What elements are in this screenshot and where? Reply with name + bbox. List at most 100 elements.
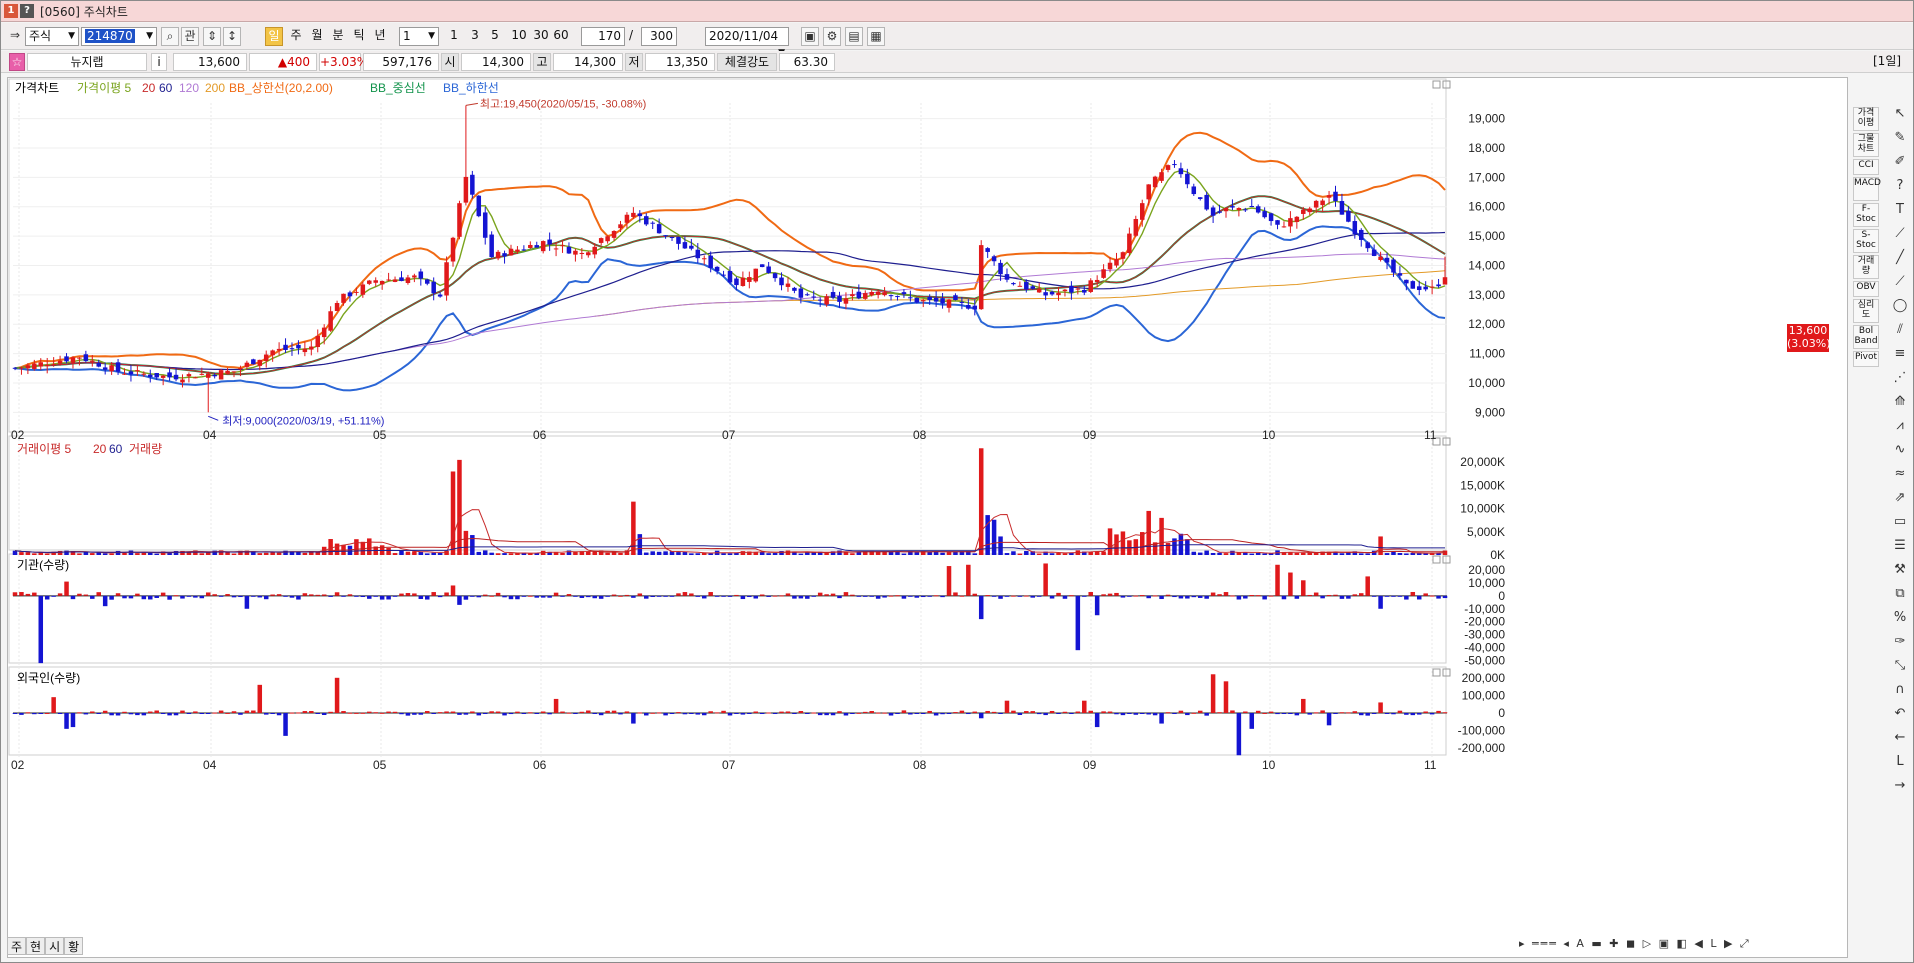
period-tick-button[interactable]: 틱 [350,27,368,46]
inst-bar [186,595,192,597]
tab-current[interactable]: 현 [26,937,46,955]
indicator-cci-button[interactable]: CCI [1853,159,1879,175]
undo-icon[interactable]: ↶ [1889,705,1911,723]
inst-bar [695,595,701,597]
info-icon[interactable]: i [151,53,167,71]
gann-icon[interactable]: ⩘ [1889,417,1911,435]
inst-bar [1255,595,1261,597]
tab-market[interactable]: 시 [45,937,65,955]
prev-stock-icon[interactable]: ⇕ [203,27,221,46]
window-icon[interactable]: ▣ [801,27,819,46]
open-value: 14,300 [461,53,531,71]
period-week-button[interactable]: 주 [287,27,305,46]
volume-bar [1004,553,1010,555]
tab-status[interactable]: 황 [64,937,84,955]
help-icon[interactable]: ? [1889,177,1911,195]
candle-body [334,303,340,312]
trend-icon[interactable]: ⟋ [1889,225,1911,243]
stepper-icon[interactable]: ↕ [223,27,241,46]
market-select[interactable]: 주식 ▼ [25,27,79,46]
eraser-icon[interactable]: ✎ [1889,129,1911,147]
help-icon[interactable]: ? [20,4,34,18]
candle-body [128,371,134,375]
indicator-bband-button[interactable]: Bol Band [1853,325,1879,349]
line-icon[interactable]: ╱ [1889,249,1911,267]
inst-bar [173,595,179,597]
indicator-net-button[interactable]: 그물차트 [1853,133,1879,157]
indicator-pivot-button[interactable]: Pivot [1853,351,1879,367]
circle-icon[interactable]: ◯ [1889,297,1911,315]
foreign-bar [1397,710,1403,713]
interval-5-button[interactable]: 5 [486,27,504,46]
box-icon[interactable]: ▭ [1889,513,1911,531]
hammer-icon[interactable]: ⚒ [1889,561,1911,579]
copy-icon[interactable]: ⧉ [1889,585,1911,603]
y-tick-label: 10,000K [1460,502,1505,516]
foreign-bar [991,711,997,713]
interval-select[interactable]: 1 ▼ [399,27,439,46]
volume-bar [682,551,688,555]
pen-icon[interactable]: ✑ [1889,633,1911,651]
zoom-icon[interactable]: ⤡ [1889,657,1911,675]
scroll-controls[interactable]: ▸ ═══ ◂ A ▬ ✚ ◼ ▷ ▣ ◧ ◀ L ▶ ⤢ [1519,937,1847,955]
high-value: 14,300 [553,53,623,71]
text-icon[interactable]: T [1889,201,1911,219]
date-select[interactable]: 2020/11/04▼ [705,27,789,58]
link-icon[interactable]: ⇒ [7,27,23,46]
interval-10-button[interactable]: 10 [509,27,529,46]
interval-30-button[interactable]: 30 [531,27,551,46]
list-icon[interactable]: ☰ [1889,537,1911,555]
cursor-icon[interactable]: ↖ [1889,105,1911,123]
indicator-fstoc-button[interactable]: F-Stoc [1853,203,1879,227]
inst-bar [1442,595,1448,599]
period-year-button[interactable]: 년 [371,27,389,46]
wave-icon[interactable]: ∿ [1889,441,1911,459]
indicator-psy-button[interactable]: 심리도 [1853,299,1879,323]
magnet-icon[interactable]: ∩ [1889,681,1911,699]
fib-icon[interactable]: ⋰ [1889,369,1911,387]
channel-icon[interactable]: ⫽ [1889,321,1911,339]
count-total-input[interactable]: 300 [641,27,677,46]
cycle-icon[interactable]: ≈ [1889,465,1911,483]
chart-svg[interactable]: 02 02 04 04 05 05 06 06 07 07 08 08 09 09 10 10 11 11 19,0… [7,77,1848,958]
ray-icon[interactable]: ⟋ [1889,273,1911,291]
fan-icon[interactable]: ⟰ [1889,393,1911,411]
candle-body [38,362,44,367]
move-icon[interactable]: ← [1889,729,1911,747]
indicator-ma-button[interactable]: 가격이평 [1853,107,1879,131]
interval-1-button[interactable]: 1 [445,27,463,46]
inst-bar [1326,594,1332,596]
volume-bar [779,551,784,555]
indicator-volume-button[interactable]: 거래량 [1853,255,1879,279]
foreign-bar [573,713,578,714]
arrow-icon[interactable]: ⇗ [1889,489,1911,507]
period-day-button[interactable]: 일 [265,27,283,46]
parallel-icon[interactable]: ≡ [1889,345,1911,363]
tab-stock[interactable]: 주 [7,937,27,955]
period-month-button[interactable]: 월 [308,27,326,46]
period-minute-button[interactable]: 분 [329,27,347,46]
count-input[interactable]: 170 [581,27,625,46]
candle-body [354,291,359,293]
stock-code-input[interactable]: 214870 ▼ [81,27,157,46]
foreign-bar [1011,710,1016,713]
search-related-button[interactable]: 관 [181,27,199,46]
x-tick-label-bottom: 11 [1424,758,1437,772]
search-icon[interactable]: ⌕ [161,27,179,46]
l-icon[interactable]: L [1889,753,1911,771]
inst-bar [1275,564,1280,596]
interval-60-button[interactable]: 60 [551,27,571,46]
indicator-macd-button[interactable]: MACD [1853,177,1881,201]
grid-icon[interactable]: ▦ [867,27,885,46]
inst-bar [90,595,95,599]
brush-icon[interactable]: ✐ [1889,153,1911,171]
foreign-bar [1268,711,1274,713]
favorite-icon[interactable]: ☆ [9,53,25,71]
indicator-sstoc-button[interactable]: S-Stoc [1853,229,1879,253]
indicator-obv-button[interactable]: OBV [1853,281,1879,297]
interval-3-button[interactable]: 3 [466,27,484,46]
settings-icon[interactable]: ⚙ [823,27,841,46]
percent-icon[interactable]: % [1889,609,1911,627]
save-icon[interactable]: ▤ [845,27,863,46]
right-arrow-icon[interactable]: → [1889,777,1911,795]
